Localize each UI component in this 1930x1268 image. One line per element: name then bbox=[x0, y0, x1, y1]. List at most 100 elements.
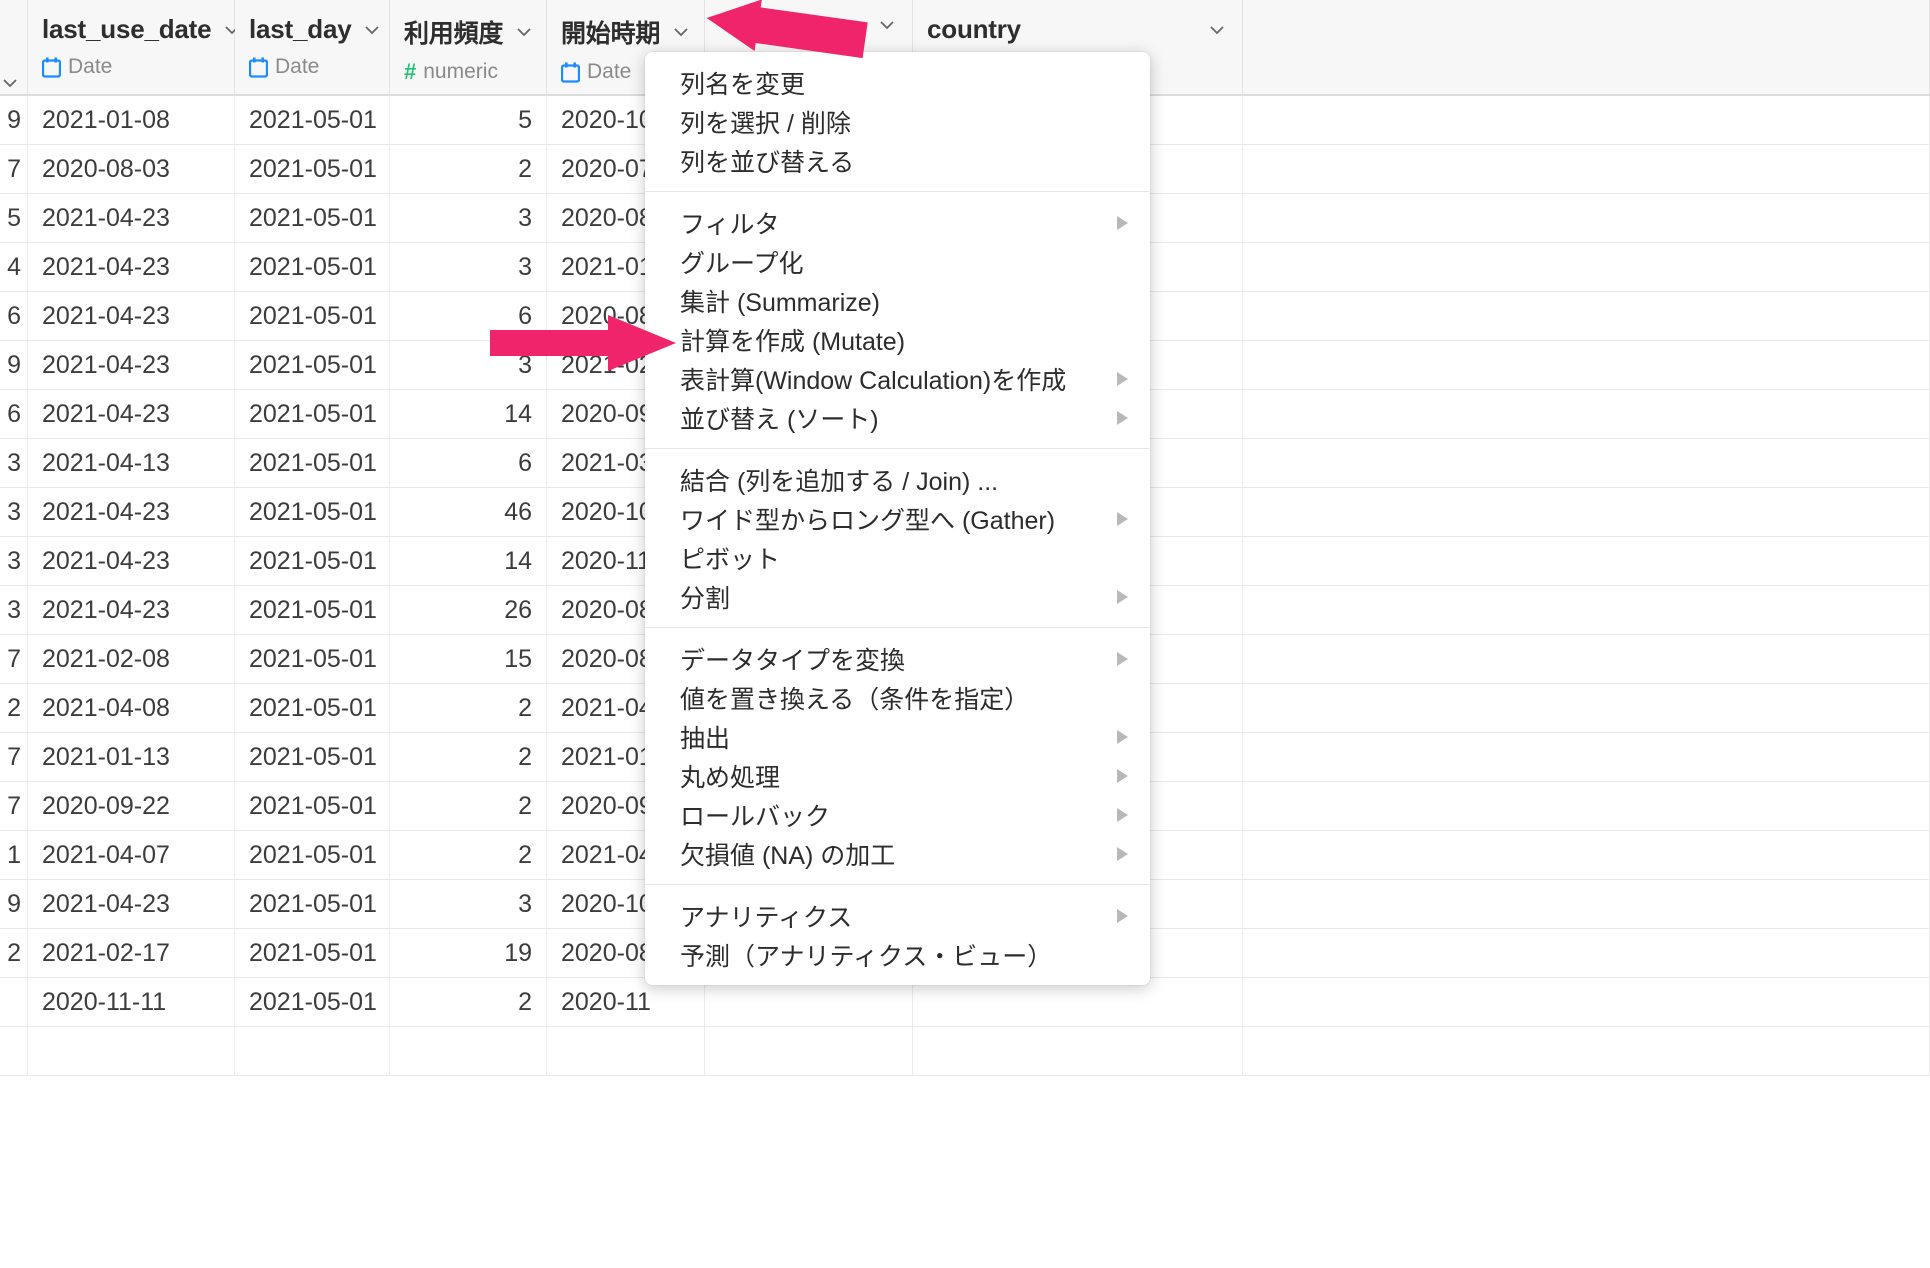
table-cell[interactable] bbox=[1243, 390, 1930, 438]
menu-item[interactable]: 列を選択 / 削除 bbox=[645, 102, 1150, 141]
table-cell[interactable] bbox=[1243, 684, 1930, 732]
table-cell[interactable] bbox=[547, 1027, 705, 1075]
table-cell[interactable]: 2020-08-03 bbox=[28, 145, 235, 193]
table-cell[interactable]: 2 bbox=[390, 145, 547, 193]
menu-item[interactable]: 並び替え (ソート) bbox=[645, 398, 1150, 437]
table-cell[interactable] bbox=[913, 1027, 1243, 1075]
table-cell[interactable]: 2021-05-01 bbox=[235, 684, 390, 732]
table-cell[interactable] bbox=[1243, 586, 1930, 634]
table-cell[interactable]: 2021-05-01 bbox=[235, 831, 390, 879]
table-cell[interactable] bbox=[1243, 439, 1930, 487]
table-cell[interactable]: 7 bbox=[0, 782, 28, 830]
table-cell[interactable] bbox=[1243, 341, 1930, 389]
table-cell[interactable]: 2020-09-22 bbox=[28, 782, 235, 830]
menu-item[interactable]: 列を並び替える bbox=[645, 141, 1150, 180]
menu-item[interactable]: 結合 (列を追加する / Join) ... bbox=[645, 460, 1150, 499]
table-cell[interactable]: 3 bbox=[390, 880, 547, 928]
chevron-down-icon[interactable] bbox=[0, 72, 21, 94]
table-cell[interactable] bbox=[1243, 488, 1930, 536]
table-cell[interactable]: 2021-05-01 bbox=[235, 194, 390, 242]
table-cell[interactable] bbox=[705, 978, 913, 1026]
table-cell[interactable]: 2 bbox=[0, 684, 28, 732]
table-cell[interactable]: 2021-04-07 bbox=[28, 831, 235, 879]
table-cell[interactable]: 2021-04-08 bbox=[28, 684, 235, 732]
table-cell[interactable]: 2021-05-01 bbox=[235, 341, 390, 389]
table-cell[interactable]: 2020-11 bbox=[547, 978, 705, 1026]
table-cell[interactable]: 9 bbox=[0, 96, 28, 144]
table-cell[interactable] bbox=[28, 1027, 235, 1075]
column-context-menu[interactable]: 列名を変更 列を選択 / 削除 列を並び替える フィルタ グループ化 集計 (Summar… bbox=[645, 52, 1150, 985]
table-cell[interactable]: 2021-04-23 bbox=[28, 243, 235, 291]
menu-item[interactable]: グループ化 bbox=[645, 242, 1150, 281]
table-cell[interactable]: 5 bbox=[390, 96, 547, 144]
table-cell[interactable] bbox=[235, 1027, 390, 1075]
table-cell[interactable]: 4 bbox=[0, 243, 28, 291]
table-cell[interactable]: 3 bbox=[0, 537, 28, 585]
table-cell[interactable]: 26 bbox=[390, 586, 547, 634]
table-cell[interactable] bbox=[1243, 537, 1930, 585]
table-cell[interactable]: 2021-02-17 bbox=[28, 929, 235, 977]
table-cell[interactable]: 2021-05-01 bbox=[235, 292, 390, 340]
table-cell[interactable]: 2021-05-01 bbox=[235, 782, 390, 830]
menu-item[interactable]: 丸め処理 bbox=[645, 756, 1150, 795]
table-cell[interactable]: 2021-04-23 bbox=[28, 880, 235, 928]
table-cell[interactable]: 5 bbox=[0, 194, 28, 242]
table-cell[interactable]: 2021-05-01 bbox=[235, 439, 390, 487]
table-cell[interactable]: 2 bbox=[0, 929, 28, 977]
menu-item[interactable]: 抽出 bbox=[645, 717, 1150, 756]
table-cell[interactable] bbox=[1243, 880, 1930, 928]
table-cell[interactable]: 2021-05-01 bbox=[235, 243, 390, 291]
table-cell[interactable]: 6 bbox=[0, 292, 28, 340]
column-header-last-day[interactable]: last_day Date bbox=[235, 0, 390, 94]
table-cell[interactable]: 2021-05-01 bbox=[235, 537, 390, 585]
table-cell[interactable]: 46 bbox=[390, 488, 547, 536]
menu-item[interactable]: ロールバック bbox=[645, 795, 1150, 834]
table-cell[interactable]: 2021-05-01 bbox=[235, 488, 390, 536]
table-cell[interactable]: 2021-04-23 bbox=[28, 390, 235, 438]
table-cell[interactable] bbox=[705, 1027, 913, 1075]
table-cell[interactable]: 14 bbox=[390, 537, 547, 585]
table-cell[interactable]: 2021-02-08 bbox=[28, 635, 235, 683]
menu-item[interactable]: 分割 bbox=[645, 577, 1150, 616]
table-cell[interactable]: 2021-05-01 bbox=[235, 390, 390, 438]
menu-item[interactable]: データタイプを変換 bbox=[645, 639, 1150, 678]
menu-item[interactable]: 集計 (Summarize) bbox=[645, 281, 1150, 320]
menu-item[interactable]: 計算を作成 (Mutate) bbox=[645, 320, 1150, 359]
table-row[interactable] bbox=[0, 1027, 1930, 1076]
table-cell[interactable]: 19 bbox=[390, 929, 547, 977]
table-cell[interactable]: 2021-05-01 bbox=[235, 635, 390, 683]
chevron-down-icon[interactable] bbox=[1206, 19, 1228, 41]
table-cell[interactable]: 2021-05-01 bbox=[235, 733, 390, 781]
table-cell[interactable]: 2 bbox=[390, 782, 547, 830]
table-cell[interactable]: 2021-05-01 bbox=[235, 145, 390, 193]
table-cell[interactable] bbox=[1243, 145, 1930, 193]
menu-item[interactable]: フィルタ bbox=[645, 203, 1150, 242]
table-cell[interactable]: 9 bbox=[0, 880, 28, 928]
menu-item[interactable]: 予測（アナリティクス・ビュー） bbox=[645, 935, 1150, 974]
table-cell[interactable]: 7 bbox=[0, 635, 28, 683]
table-cell[interactable]: 2 bbox=[390, 831, 547, 879]
table-cell[interactable]: 2021-05-01 bbox=[235, 880, 390, 928]
table-cell[interactable]: 2021-04-23 bbox=[28, 488, 235, 536]
table-cell[interactable] bbox=[0, 1027, 28, 1075]
table-cell[interactable]: 2021-04-23 bbox=[28, 586, 235, 634]
table-cell[interactable] bbox=[1243, 733, 1930, 781]
table-cell[interactable] bbox=[390, 1027, 547, 1075]
table-cell[interactable] bbox=[1243, 978, 1930, 1026]
table-cell[interactable]: 3 bbox=[390, 341, 547, 389]
table-cell[interactable]: 1 bbox=[0, 831, 28, 879]
menu-item[interactable]: ピボット bbox=[645, 538, 1150, 577]
table-cell[interactable]: 3 bbox=[0, 439, 28, 487]
chevron-down-icon[interactable] bbox=[361, 19, 383, 41]
menu-item[interactable]: ワイド型からロング型へ (Gather) bbox=[645, 499, 1150, 538]
table-cell[interactable] bbox=[913, 978, 1243, 1026]
table-cell[interactable]: 7 bbox=[0, 733, 28, 781]
table-cell[interactable]: 15 bbox=[390, 635, 547, 683]
table-cell[interactable]: 3 bbox=[390, 194, 547, 242]
table-cell[interactable] bbox=[1243, 929, 1930, 977]
menu-item[interactable]: 欠損値 (NA) の加工 bbox=[645, 834, 1150, 873]
chevron-down-icon[interactable] bbox=[876, 14, 898, 36]
table-cell[interactable]: 2 bbox=[390, 684, 547, 732]
table-cell[interactable] bbox=[1243, 782, 1930, 830]
table-cell[interactable] bbox=[1243, 292, 1930, 340]
